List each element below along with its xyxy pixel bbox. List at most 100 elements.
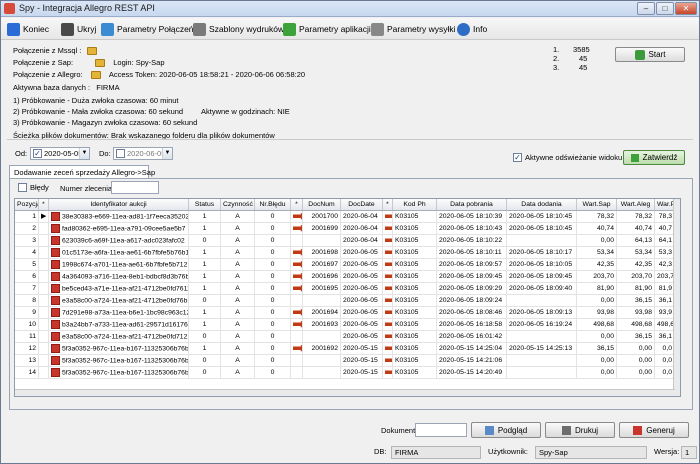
cell-kod: K03105: [393, 331, 437, 342]
numer-zlecenia-input[interactable]: [111, 181, 159, 194]
parametry-wysylki-button[interactable]: Parametry wysyłki: [371, 21, 455, 37]
pdf-icon[interactable]: [51, 296, 60, 305]
column-header[interactable]: Kod Ph: [393, 199, 437, 210]
table-row[interactable]: 3 623039c6-a69f-11ea-a617-adc023fafc02 0 A 0…: [15, 235, 675, 247]
table-row[interactable]: 5 1998c674-a701-11ea-ae61-6b7fbfe5b712 1 A 0…: [15, 259, 675, 271]
bledy-checkbox[interactable]: [18, 183, 27, 192]
cell-pos: 5: [15, 259, 39, 270]
table-row[interactable]: 6 4a364093-a716-11ea-8eb1-bdbcf8d3b76b 1 A 0…: [15, 271, 675, 283]
bledy-toggle[interactable]: Błędy: [18, 183, 49, 192]
auction-id: b3a24bb7-a733-11ea-ad61-29571d16176b: [49, 319, 189, 330]
pdf-icon[interactable]: [51, 344, 60, 353]
od-date-picker[interactable]: ✓ 2020-05-05 ▼: [30, 147, 90, 160]
arrow-icon: [291, 259, 303, 270]
auction-id-text: 1998c674-a701-11ea-ae61-6b7fbfe5b712: [62, 261, 188, 269]
column-header[interactable]: Czynność: [221, 199, 255, 210]
generuj-button[interactable]: Generuj: [619, 422, 689, 438]
cell-kod: K03105: [393, 319, 437, 330]
od-checkbox[interactable]: ✓: [33, 149, 42, 158]
podglad-button[interactable]: Podgląd: [471, 422, 541, 438]
cell-doc: 2001699: [303, 223, 341, 234]
cell-wp: 36,1: [655, 295, 675, 306]
column-header[interactable]: Data dodania: [507, 199, 577, 210]
connection-icon: [101, 22, 114, 36]
cell-da: 2020-06-05 18:10:45: [507, 211, 577, 222]
table-row[interactable]: 13 5f3a0352-967c-11ea-b167-11325306b76b 0 A…: [15, 355, 675, 367]
table-row[interactable]: 8 e3a58c00-a724-11ea-af21-4712be0fd76b1 0 A…: [15, 295, 675, 307]
cell-ws: 498,68: [577, 319, 617, 330]
do-label: Do:: [99, 149, 111, 158]
pdf-icon[interactable]: [51, 320, 60, 329]
table-row[interactable]: 12 5f3a0352-967c-11ea-b167-11325306b76b 1 A…: [15, 343, 675, 355]
table-row[interactable]: 9 7d291e98-a73a-11ea-b6e1-1bc98c963c12 1 A 0…: [15, 307, 675, 319]
start-button[interactable]: Start: [615, 47, 685, 62]
counter-2-value: 45: [579, 54, 588, 63]
table-row[interactable]: 4 01c5173e-a6fa-11ea-ae61-6b7fbfe5b76b1 1 A…: [15, 247, 675, 259]
cell-da: 2020-06-05 18:09:13: [507, 307, 577, 318]
pdf-icon[interactable]: [51, 236, 60, 245]
column-header[interactable]: *: [383, 199, 393, 210]
table-row[interactable]: 2 fad80362-e695-11ea-a791-09cee5ae5b7 1 A 0 2…: [15, 223, 675, 235]
divider: [7, 139, 693, 140]
parametry-aplikacji-button[interactable]: Parametry aplikacji: [283, 21, 371, 37]
pdf-icon[interactable]: [51, 368, 60, 377]
pdf-icon[interactable]: [51, 224, 60, 233]
arrow-icon: [383, 355, 393, 366]
pdf-icon[interactable]: [51, 284, 60, 293]
chevron-down-icon[interactable]: ▼: [162, 148, 172, 159]
column-header[interactable]: DocDate: [341, 199, 383, 210]
zatwierdz-button[interactable]: Zatwierdź: [623, 150, 685, 165]
auto-refresh-toggle[interactable]: ✓ Aktywne odświeżanie widoku: [513, 153, 622, 162]
table-row[interactable]: 11 e3a58c00-a724-11ea-af21-4712be0fd7121 0…: [15, 331, 675, 343]
db-label: DB:: [374, 447, 387, 456]
pdf-icon[interactable]: [51, 212, 60, 221]
szablony-button[interactable]: Szablony wydruków: [193, 21, 284, 37]
column-header[interactable]: Pozycja: [15, 199, 39, 210]
pdf-icon[interactable]: [51, 260, 60, 269]
close-button[interactable]: ✕: [675, 2, 697, 15]
do-checkbox[interactable]: [116, 149, 125, 158]
printer-icon: [193, 22, 206, 36]
horizontal-scrollbar[interactable]: [15, 389, 675, 396]
column-header[interactable]: *: [39, 199, 49, 210]
info-button[interactable]: Info: [457, 21, 487, 37]
pdf-icon[interactable]: [51, 272, 60, 281]
pdf-icon[interactable]: [51, 248, 60, 257]
auction-id: 5f3a0352-967c-11ea-b167-11325306b76b: [49, 355, 189, 366]
column-header[interactable]: Nr.Błędu: [255, 199, 291, 210]
cell-dp: 2020-06-05 18:10:22: [437, 235, 507, 246]
cell-wa: 81,90: [617, 283, 655, 294]
pdf-icon[interactable]: [51, 332, 60, 341]
pdf-icon[interactable]: [51, 356, 60, 365]
counter-1-label: 1.: [553, 45, 560, 54]
vertical-scrollbar[interactable]: [673, 199, 680, 396]
drukuj-button[interactable]: Drukuj: [545, 422, 615, 438]
pdf-icon[interactable]: [51, 308, 60, 317]
table-row[interactable]: 7 be5ced43-a71e-11ea-af21-4712be0fd7611 1 A…: [15, 283, 675, 295]
koniec-button[interactable]: Koniec: [7, 21, 49, 37]
table-row[interactable]: 14 5f3a0352-967c-11ea-b167-11325306b76b 0 A…: [15, 367, 675, 379]
column-header[interactable]: Identyfikator aukcji: [49, 199, 189, 210]
column-header[interactable]: Wart.Sap: [577, 199, 617, 210]
ukryj-button[interactable]: Ukryj: [61, 21, 96, 37]
column-header[interactable]: *: [291, 199, 303, 210]
row-indicator: [39, 367, 49, 378]
column-header[interactable]: Data pobrania: [437, 199, 507, 210]
cell-dp: 2020-05-15 14:21:06: [437, 355, 507, 366]
column-header[interactable]: War.Po: [655, 199, 675, 210]
minimize-button[interactable]: –: [637, 2, 655, 15]
cell-dp: 2020-06-05 18:09:29: [437, 283, 507, 294]
do-date-picker[interactable]: 2020-06-05 ▼: [113, 147, 173, 160]
table-row[interactable]: 1 ▶ 38e30383-e669-11ea-ad81-1f7eeca35202 1 A…: [15, 211, 675, 223]
tab-dodawanie[interactable]: Dodawanie zeceń sprzedaży Allegro->Sap: [9, 165, 155, 179]
column-header[interactable]: Wart.Aleg: [617, 199, 655, 210]
column-header[interactable]: DocNum: [303, 199, 341, 210]
column-header[interactable]: Status: [189, 199, 221, 210]
maximize-button[interactable]: □: [656, 2, 674, 15]
arrow-icon: [291, 295, 303, 306]
chevron-down-icon[interactable]: ▼: [79, 148, 89, 159]
dokument-input[interactable]: [415, 423, 467, 437]
parametry-polaczen-button[interactable]: Parametry Połączeń: [101, 21, 194, 37]
auto-refresh-checkbox[interactable]: ✓: [513, 153, 522, 162]
table-row[interactable]: 10 b3a24bb7-a733-11ea-ad61-29571d16176b 1 A…: [15, 319, 675, 331]
